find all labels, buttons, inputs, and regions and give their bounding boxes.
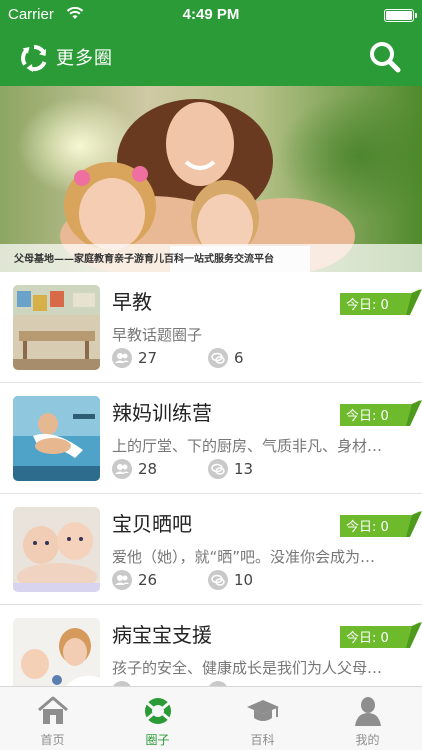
tab-bar: 首页 圈子 百科 我的 (0, 686, 422, 750)
circle-description: 爱他（她），就“晒”吧。没准你会成为… (112, 548, 376, 566)
tab-label: 首页 (40, 733, 65, 747)
navigation-bar: 更多圈 (0, 30, 422, 86)
members-icon (112, 570, 132, 590)
user-icon (351, 695, 385, 727)
tab-label: 百科 (250, 733, 275, 747)
today-count-text: 今日: 0 (346, 405, 389, 424)
comments-icon (208, 459, 228, 479)
today-count: 0 (380, 409, 389, 424)
today-badge: 今日: 0 (340, 511, 422, 539)
today-count-text: 今日: 0 (346, 294, 389, 313)
circle-title: 辣妈训练营 (112, 401, 212, 425)
circle-list: 早教 早教话题圈子 27 6 今日: 0 辣妈训练营 上的厅堂、下的厨房、气质非… (0, 272, 422, 716)
today-count-text: 今日: 0 (346, 516, 389, 535)
today-label: 今日: (346, 409, 377, 424)
circle-row[interactable]: 早教 早教话题圈子 27 6 今日: 0 (0, 272, 422, 383)
member-count: 28 (112, 459, 157, 479)
post-count-value: 6 (234, 349, 244, 367)
circle-description: 孩子的安全、健康成长是我们为人父母… (112, 659, 383, 677)
today-badge: 今日: 0 (340, 622, 422, 650)
today-count: 0 (380, 631, 389, 646)
members-icon (112, 459, 132, 479)
tab-label: 圈子 (145, 733, 170, 747)
today-badge: 今日: 0 (340, 289, 422, 317)
today-count: 0 (380, 520, 389, 535)
refresh-icon[interactable] (19, 43, 49, 73)
member-count-value: 26 (138, 571, 158, 589)
post-count: 10 (208, 570, 253, 590)
lifebuoy-icon (141, 695, 175, 727)
circle-row[interactable]: 宝贝晒吧 爱他（她），就“晒”吧。没准你会成为… 26 10 今日: 0 (0, 494, 422, 605)
tab-profile[interactable]: 我的 (315, 687, 420, 750)
app-screen: Carrier 4:49 PM 更多圈 父母基地——家庭教育亲子游育儿百科一站式… (0, 0, 422, 750)
comments-icon (208, 348, 228, 368)
tab-label: 我的 (355, 733, 380, 747)
tab-encyclopedia[interactable]: 百科 (210, 687, 315, 750)
today-badge: 今日: 0 (340, 400, 422, 428)
tab-home[interactable]: 首页 (0, 687, 105, 750)
today-label: 今日: (346, 520, 377, 535)
comments-icon (208, 570, 228, 590)
today-count-text: 今日: 0 (346, 627, 389, 646)
tab-circles[interactable]: 圈子 (105, 687, 210, 750)
member-count-value: 28 (138, 460, 158, 478)
post-count-value: 13 (234, 460, 254, 478)
circle-title: 病宝宝支援 (112, 623, 212, 647)
member-count: 27 (112, 348, 157, 368)
circle-title: 宝贝晒吧 (112, 512, 192, 536)
today-label: 今日: (346, 298, 377, 313)
banner-caption: 父母基地——家庭教育亲子游育儿百科一站式服务交流平台 (14, 254, 274, 265)
circle-thumbnail (13, 285, 100, 370)
post-count-value: 10 (234, 571, 254, 589)
post-count: 13 (208, 459, 253, 479)
post-count: 6 (208, 348, 244, 368)
member-count-value: 27 (138, 349, 158, 367)
circle-thumbnail (13, 396, 100, 481)
circle-description: 上的厅堂、下的厨房、气质非凡、身材… (112, 437, 383, 455)
status-bar: Carrier 4:49 PM (0, 0, 422, 30)
today-count: 0 (380, 298, 389, 313)
circle-row[interactable]: 辣妈训练营 上的厅堂、下的厨房、气质非凡、身材… 28 13 今日: 0 (0, 383, 422, 494)
top-bar: Carrier 4:49 PM 更多圈 (0, 0, 422, 86)
circle-title: 早教 (112, 290, 152, 314)
search-icon[interactable] (368, 40, 402, 74)
banner-image[interactable]: 父母基地——家庭教育亲子游育儿百科一站式服务交流平台 (0, 86, 422, 272)
circle-thumbnail (13, 507, 100, 592)
circle-description: 早教话题圈子 (112, 326, 203, 344)
member-count: 26 (112, 570, 157, 590)
battery-icon (384, 9, 417, 22)
home-icon (36, 695, 70, 727)
page-title: 更多圈 (56, 48, 113, 69)
today-label: 今日: (346, 631, 377, 646)
status-time: 4:49 PM (182, 6, 240, 23)
graduation-cap-icon (246, 695, 280, 727)
members-icon (112, 348, 132, 368)
